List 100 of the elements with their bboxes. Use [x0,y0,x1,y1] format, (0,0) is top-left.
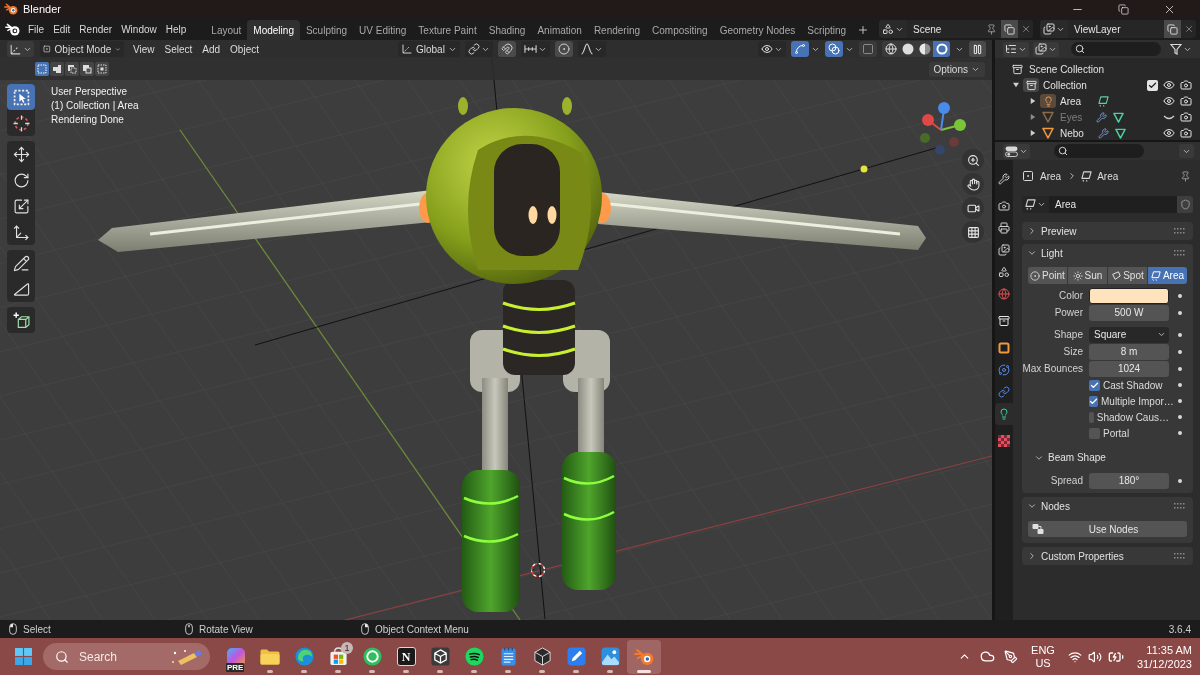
menu-item[interactable]: View [128,41,160,57]
checkbox[interactable] [1089,411,1094,423]
display-mode-button[interactable] [1033,41,1059,57]
pivot-dropdown[interactable] [465,41,493,57]
menu-item[interactable]: File [25,21,48,37]
selection-mode-icon[interactable] [50,62,64,76]
blender-logo-icon[interactable] [5,22,20,36]
checkbox-label[interactable]: Portal [1103,425,1130,441]
workspace-tab[interactable]: Texture Paint [412,20,483,40]
workspace-tab[interactable]: UV Editing [353,20,413,40]
selection-mode-icon[interactable] [95,62,109,76]
light-handle-icon[interactable] [860,165,868,173]
shading-mode-button[interactable] [882,41,899,57]
language-indicator[interactable]: ENG US [1027,643,1059,670]
cloud-icon[interactable] [980,649,996,664]
menu-item[interactable]: Window [118,21,160,37]
selection-mode-icon[interactable] [80,62,94,76]
checkbox[interactable] [1089,379,1100,391]
search-field[interactable] [1071,42,1161,56]
use-nodes-button[interactable]: Use Nodes [1028,521,1187,537]
outliner-item-name[interactable]: Scene Collection [1029,61,1105,77]
snap-toggle[interactable] [498,41,516,57]
number-field[interactable]: 8 m [1089,343,1169,360]
search-field[interactable] [1054,144,1144,158]
pin-icon[interactable] [1180,170,1191,182]
datablock-browse-button[interactable] [1022,196,1049,213]
workspace-tab[interactable]: Compositing [646,20,714,40]
outliner-item-name[interactable]: Eyes [1060,109,1083,125]
taskbar-app-button[interactable]: N [389,639,423,674]
fake-user-button[interactable] [1177,196,1193,213]
panel-header[interactable]: Custom Properties [1022,547,1193,565]
panel-header[interactable]: Preview [1022,222,1193,240]
caret-icon[interactable] [1037,200,1046,209]
xray-toggle[interactable] [859,41,877,57]
unlink-button[interactable] [1181,20,1196,38]
checkbox[interactable] [1089,427,1100,439]
mode-dropdown[interactable]: Object Mode [40,41,124,57]
light-type-button[interactable]: Area [1148,267,1187,284]
outliner-item-name[interactable]: Collection [1043,77,1087,93]
outliner-item-name[interactable]: Nebo [1060,125,1084,141]
tool-button[interactable] [7,84,35,110]
workspace-tab[interactable]: Animation [531,20,588,40]
workspace-tab[interactable]: Shading [482,20,532,40]
outliner-item-name[interactable]: Area [1060,93,1082,109]
light-type-button[interactable]: Sun [1068,267,1107,284]
clock-button[interactable]: 11:35 AM 31/12/2023 [1132,642,1192,671]
menu-item[interactable]: Add [197,41,226,57]
collapsed-arrow-icon[interactable] [1030,114,1036,120]
camera-icon[interactable] [1180,127,1192,139]
pen-icon[interactable] [1004,649,1019,664]
workspace-tab[interactable]: Geometry Nodes [713,20,802,40]
workspace-tab[interactable]: Layout [205,20,248,40]
editor-type-button[interactable] [7,41,34,57]
gizmo-toggle[interactable] [791,41,809,57]
number-field[interactable]: 1024 [1089,360,1169,377]
caret-icon[interactable] [1157,330,1166,339]
shape-dropdown[interactable]: Square [1089,326,1169,343]
duplicate-button[interactable] [1164,20,1181,38]
menu-item[interactable]: Edit [50,21,74,37]
light-type-button[interactable]: Point [1028,267,1067,284]
checkbox-label[interactable]: Multiple Impor… [1101,393,1174,409]
breadcrumb-item[interactable]: Area [1097,168,1119,184]
drag-handle-icon[interactable] [1174,503,1186,509]
checkbox[interactable] [1089,395,1098,407]
subpanel-header[interactable]: Beam Shape [1022,449,1193,466]
breadcrumb-item[interactable]: Area [1040,168,1062,184]
orientation-dropdown[interactable]: Global [398,41,460,57]
menu-item[interactable]: Render [76,21,116,37]
snap-target-dropdown[interactable] [521,41,550,57]
collapsed-arrow-icon[interactable] [1030,130,1036,136]
view-layer-type-button[interactable] [1040,20,1068,38]
drag-handle-icon[interactable] [1174,553,1186,559]
falloff-dropdown[interactable] [578,41,606,57]
eye-icon[interactable] [1163,95,1175,107]
datablock-name-field[interactable]: Area [1049,196,1177,213]
cursor-3d-icon[interactable] [530,562,546,578]
camera-icon[interactable] [1180,111,1192,123]
number-field[interactable]: 180° [1089,472,1169,489]
restore-icon[interactable] [1117,3,1129,15]
light-type-button[interactable]: Spot [1108,267,1147,284]
checkbox[interactable] [1147,79,1158,91]
checkbox-label[interactable]: Shadow Caus… [1096,409,1169,425]
workspace-tab[interactable]: Scripting [801,20,853,40]
taskbar-app-button[interactable]: 1 [321,639,355,674]
checkbox-label[interactable]: Cast Shadow [1103,377,1163,393]
search-field[interactable]: Search [43,643,210,670]
eye-icon[interactable] [1163,79,1175,91]
speaker-icon[interactable] [1087,649,1102,664]
scene-type-button[interactable] [879,20,907,38]
panel-header[interactable]: Light [1022,244,1193,262]
color-swatch[interactable] [1089,287,1169,304]
drag-handle-icon[interactable] [1174,250,1186,256]
shading-mode-button[interactable] [933,41,950,57]
unlink-button[interactable] [1018,20,1033,38]
view-layer-field[interactable]: ViewLayer [1068,20,1164,38]
options-dropdown[interactable]: Options [928,61,985,77]
menu-item[interactable]: Object [225,41,264,57]
workspace-tab[interactable]: Rendering [587,20,647,40]
drag-handle-icon[interactable] [1174,228,1186,234]
eye-icon[interactable] [1163,127,1175,139]
